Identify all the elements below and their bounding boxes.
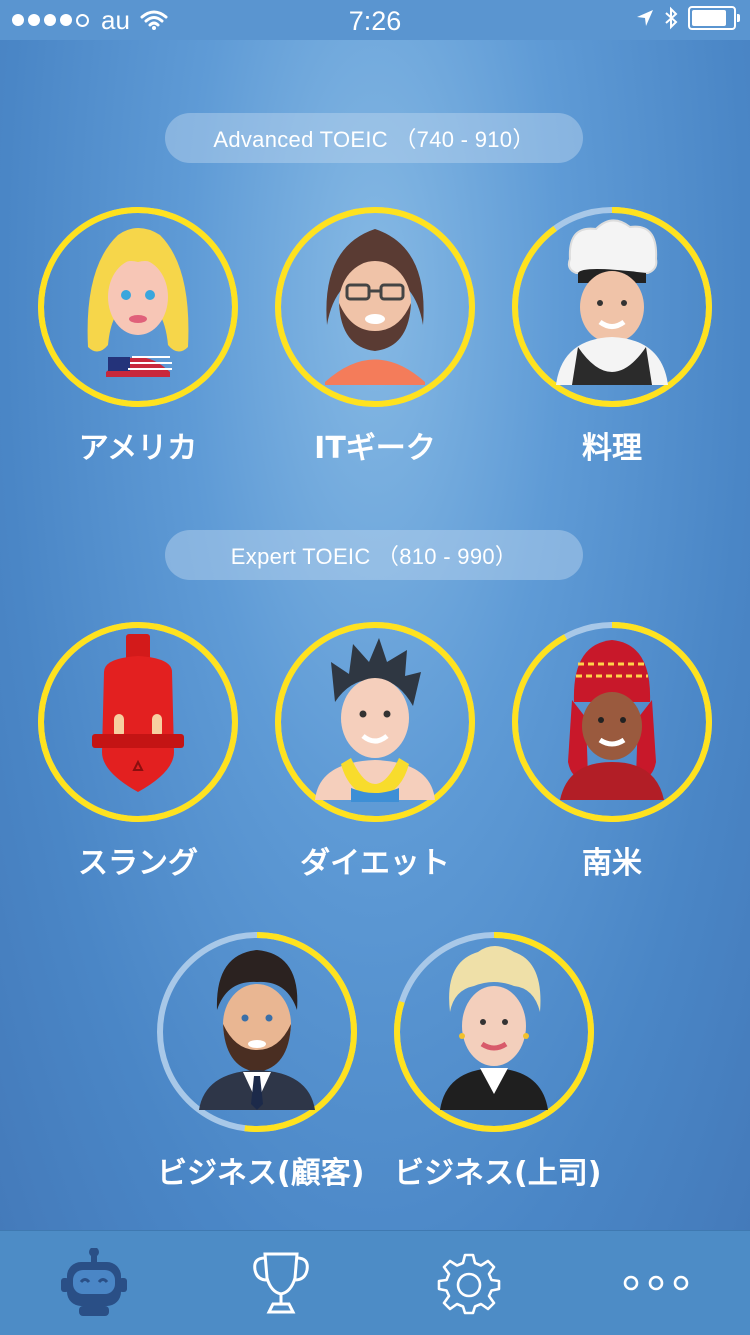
status-bar: au 7:26 xyxy=(0,0,750,40)
tab-settings[interactable] xyxy=(375,1231,563,1335)
section-header-expert: Expert TOEIC （810 - 990） xyxy=(165,530,583,580)
character-business-boss[interactable]: ビジネス(上司) xyxy=(394,932,594,1192)
business-boss-avatar xyxy=(394,932,594,1132)
character-south-america[interactable]: 南米 xyxy=(512,622,712,882)
chef-avatar xyxy=(512,207,712,407)
section-title: Expert TOEIC （810 - 990） xyxy=(231,539,517,571)
tab-more[interactable] xyxy=(563,1231,750,1335)
settings-tab-icon xyxy=(437,1251,501,1315)
section-title: Advanced TOEIC （740 - 910） xyxy=(213,122,534,154)
signal-strength-icon xyxy=(12,14,89,27)
it-geek-avatar xyxy=(275,207,475,407)
tab-bar xyxy=(0,1230,750,1335)
south-american-avatar xyxy=(512,622,712,822)
character-america[interactable]: アメリカ xyxy=(38,207,238,467)
carrier-name: au xyxy=(101,5,130,36)
character-name: ダイエット xyxy=(275,838,475,882)
more-tab-icon xyxy=(621,1273,691,1293)
business-customer-avatar xyxy=(157,932,357,1132)
american-woman-avatar xyxy=(38,207,238,407)
character-name: 料理 xyxy=(512,423,712,467)
bluetooth-icon xyxy=(664,6,678,30)
character-cooking[interactable]: 料理 xyxy=(512,207,712,467)
character-name: スラング xyxy=(38,838,238,882)
tab-characters[interactable] xyxy=(0,1231,188,1335)
character-name: アメリカ xyxy=(38,423,238,467)
character-name: ビジネス(上司) xyxy=(394,1148,594,1192)
trophy-tab-icon xyxy=(251,1248,311,1318)
character-business-customer[interactable]: ビジネス(顧客) xyxy=(157,932,357,1192)
character-diet[interactable]: ダイエット xyxy=(275,622,475,882)
location-arrow-icon xyxy=(636,9,654,27)
battery-icon xyxy=(688,6,736,30)
character-name: ビジネス(顧客) xyxy=(157,1148,357,1192)
character-slang[interactable]: スラング xyxy=(38,622,238,882)
fitness-man-avatar xyxy=(275,622,475,822)
character-name: ITギーク xyxy=(275,423,475,467)
wifi-icon xyxy=(140,9,168,31)
character-name: 南米 xyxy=(512,838,712,882)
robot-avatar xyxy=(38,622,238,822)
section-header-advanced: Advanced TOEIC （740 - 910） xyxy=(165,113,583,163)
character-it-geek[interactable]: ITギーク xyxy=(275,207,475,467)
tab-trophy[interactable] xyxy=(188,1231,376,1335)
robot-tab-icon xyxy=(59,1248,129,1318)
